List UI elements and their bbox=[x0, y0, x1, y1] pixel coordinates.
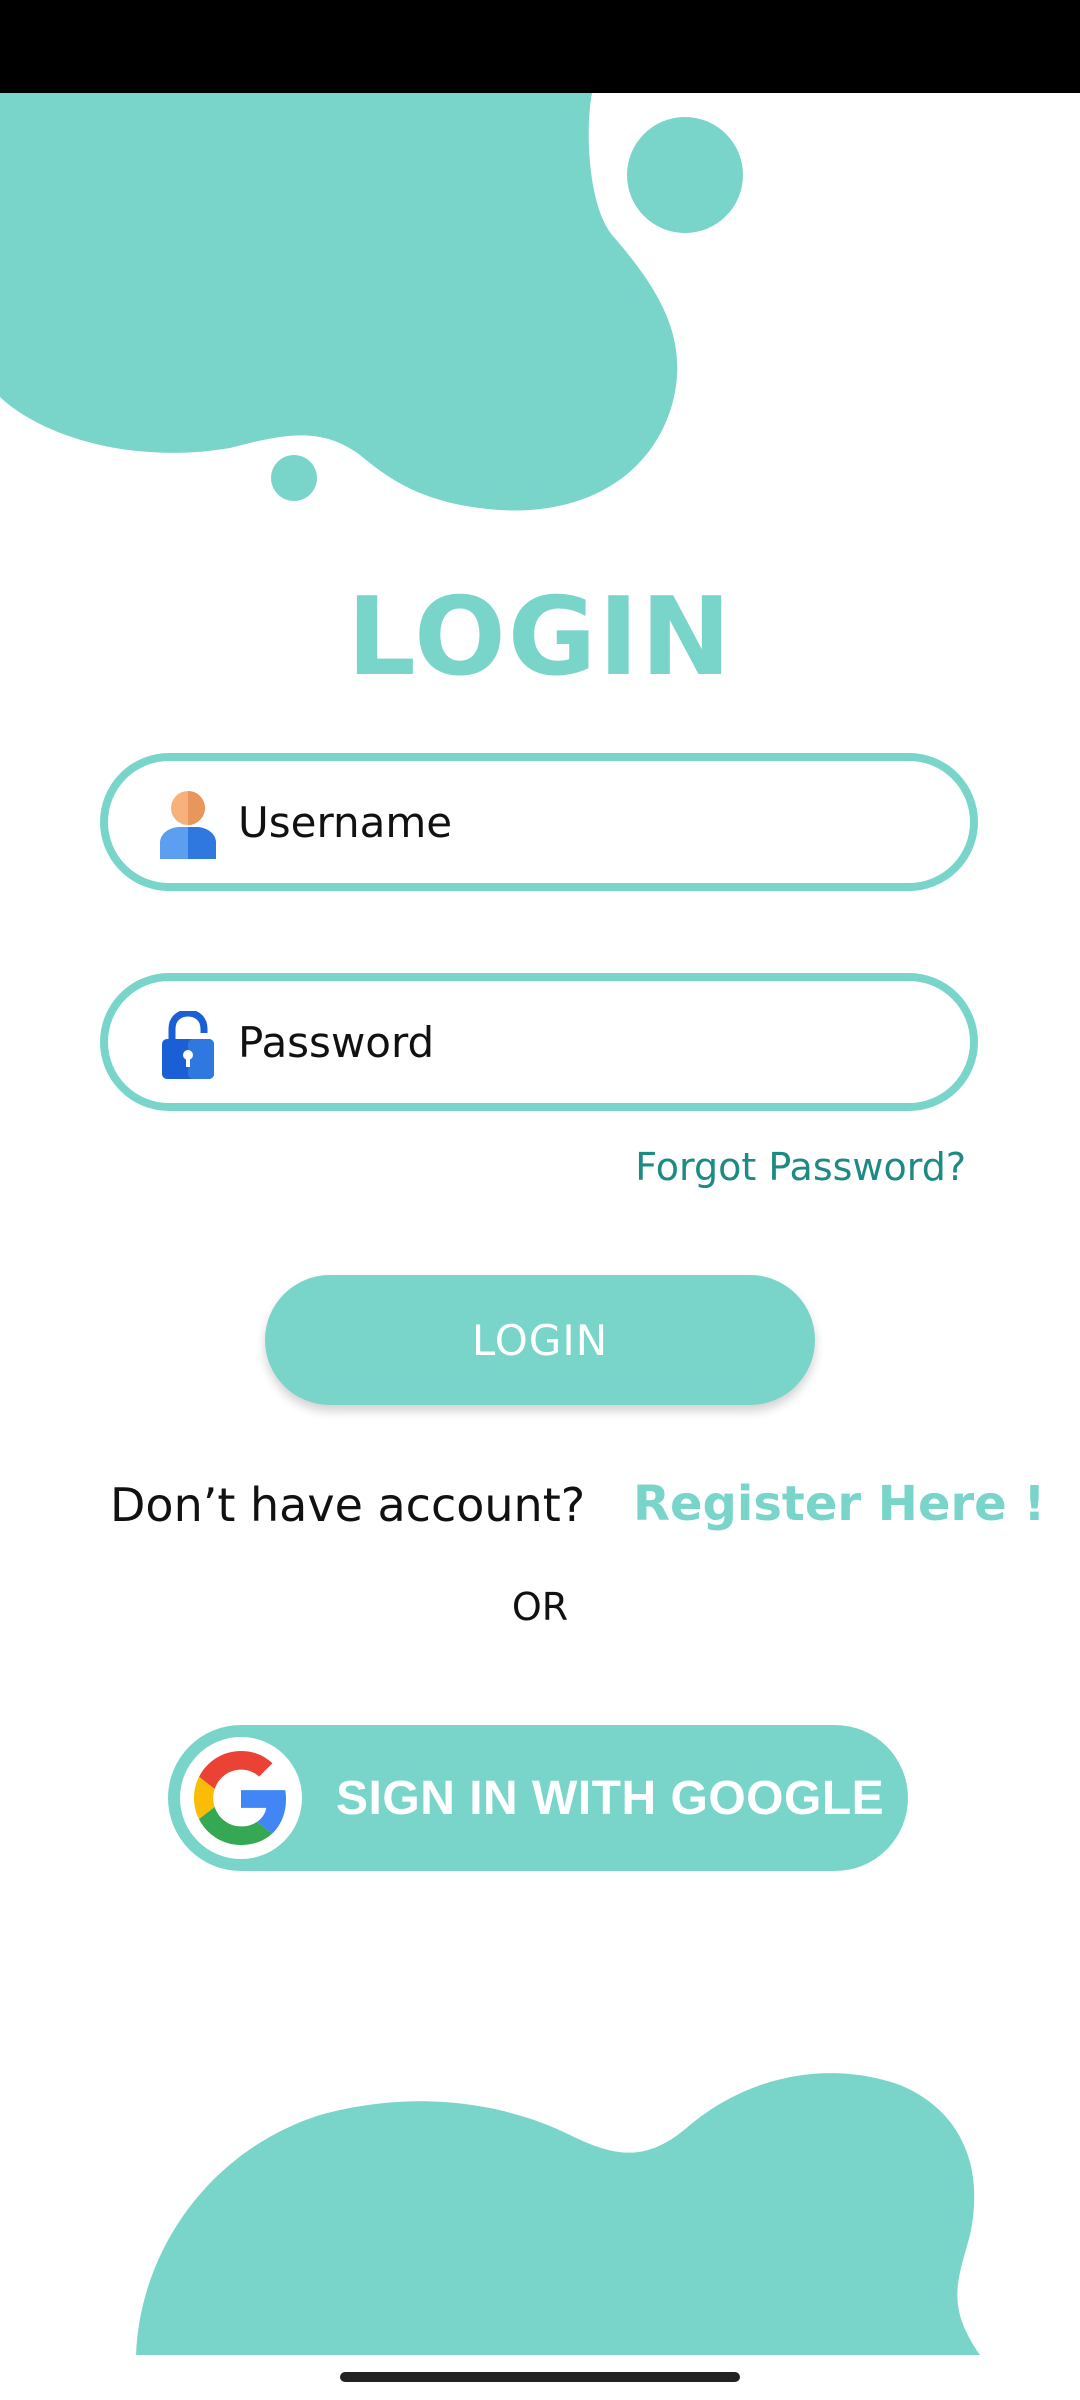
google-icon-badge bbox=[180, 1737, 302, 1859]
top-tiny-blob bbox=[271, 455, 317, 501]
register-question: Don’t have account? bbox=[110, 1478, 586, 1532]
login-button[interactable]: LOGIN bbox=[265, 1275, 815, 1405]
google-sign-in-label: SIGN IN WITH GOOGLE bbox=[336, 1772, 885, 1825]
password-input[interactable] bbox=[238, 981, 938, 1103]
home-indicator bbox=[340, 2372, 740, 2382]
top-small-blob bbox=[627, 117, 743, 233]
google-icon bbox=[194, 1751, 287, 1845]
decorative-blobs bbox=[0, 93, 980, 2355]
forgot-password-link[interactable]: Forgot Password? bbox=[635, 1145, 966, 1189]
status-bar bbox=[0, 0, 1080, 93]
user-icon bbox=[160, 791, 216, 859]
page-title: LOGIN bbox=[347, 575, 733, 700]
register-row: Don’t have account? Register Here ! bbox=[0, 1476, 1080, 1538]
username-field[interactable] bbox=[100, 753, 978, 891]
google-sign-in-button[interactable]: SIGN IN WITH GOOGLE bbox=[168, 1725, 908, 1871]
username-input[interactable] bbox=[238, 761, 938, 883]
top-blob bbox=[0, 93, 678, 511]
register-link[interactable]: Register Here ! bbox=[633, 1476, 1045, 1532]
lock-icon bbox=[162, 1011, 214, 1079]
bottom-blob bbox=[136, 2073, 980, 2355]
password-field[interactable] bbox=[100, 973, 978, 1111]
or-divider: OR bbox=[511, 1585, 569, 1629]
